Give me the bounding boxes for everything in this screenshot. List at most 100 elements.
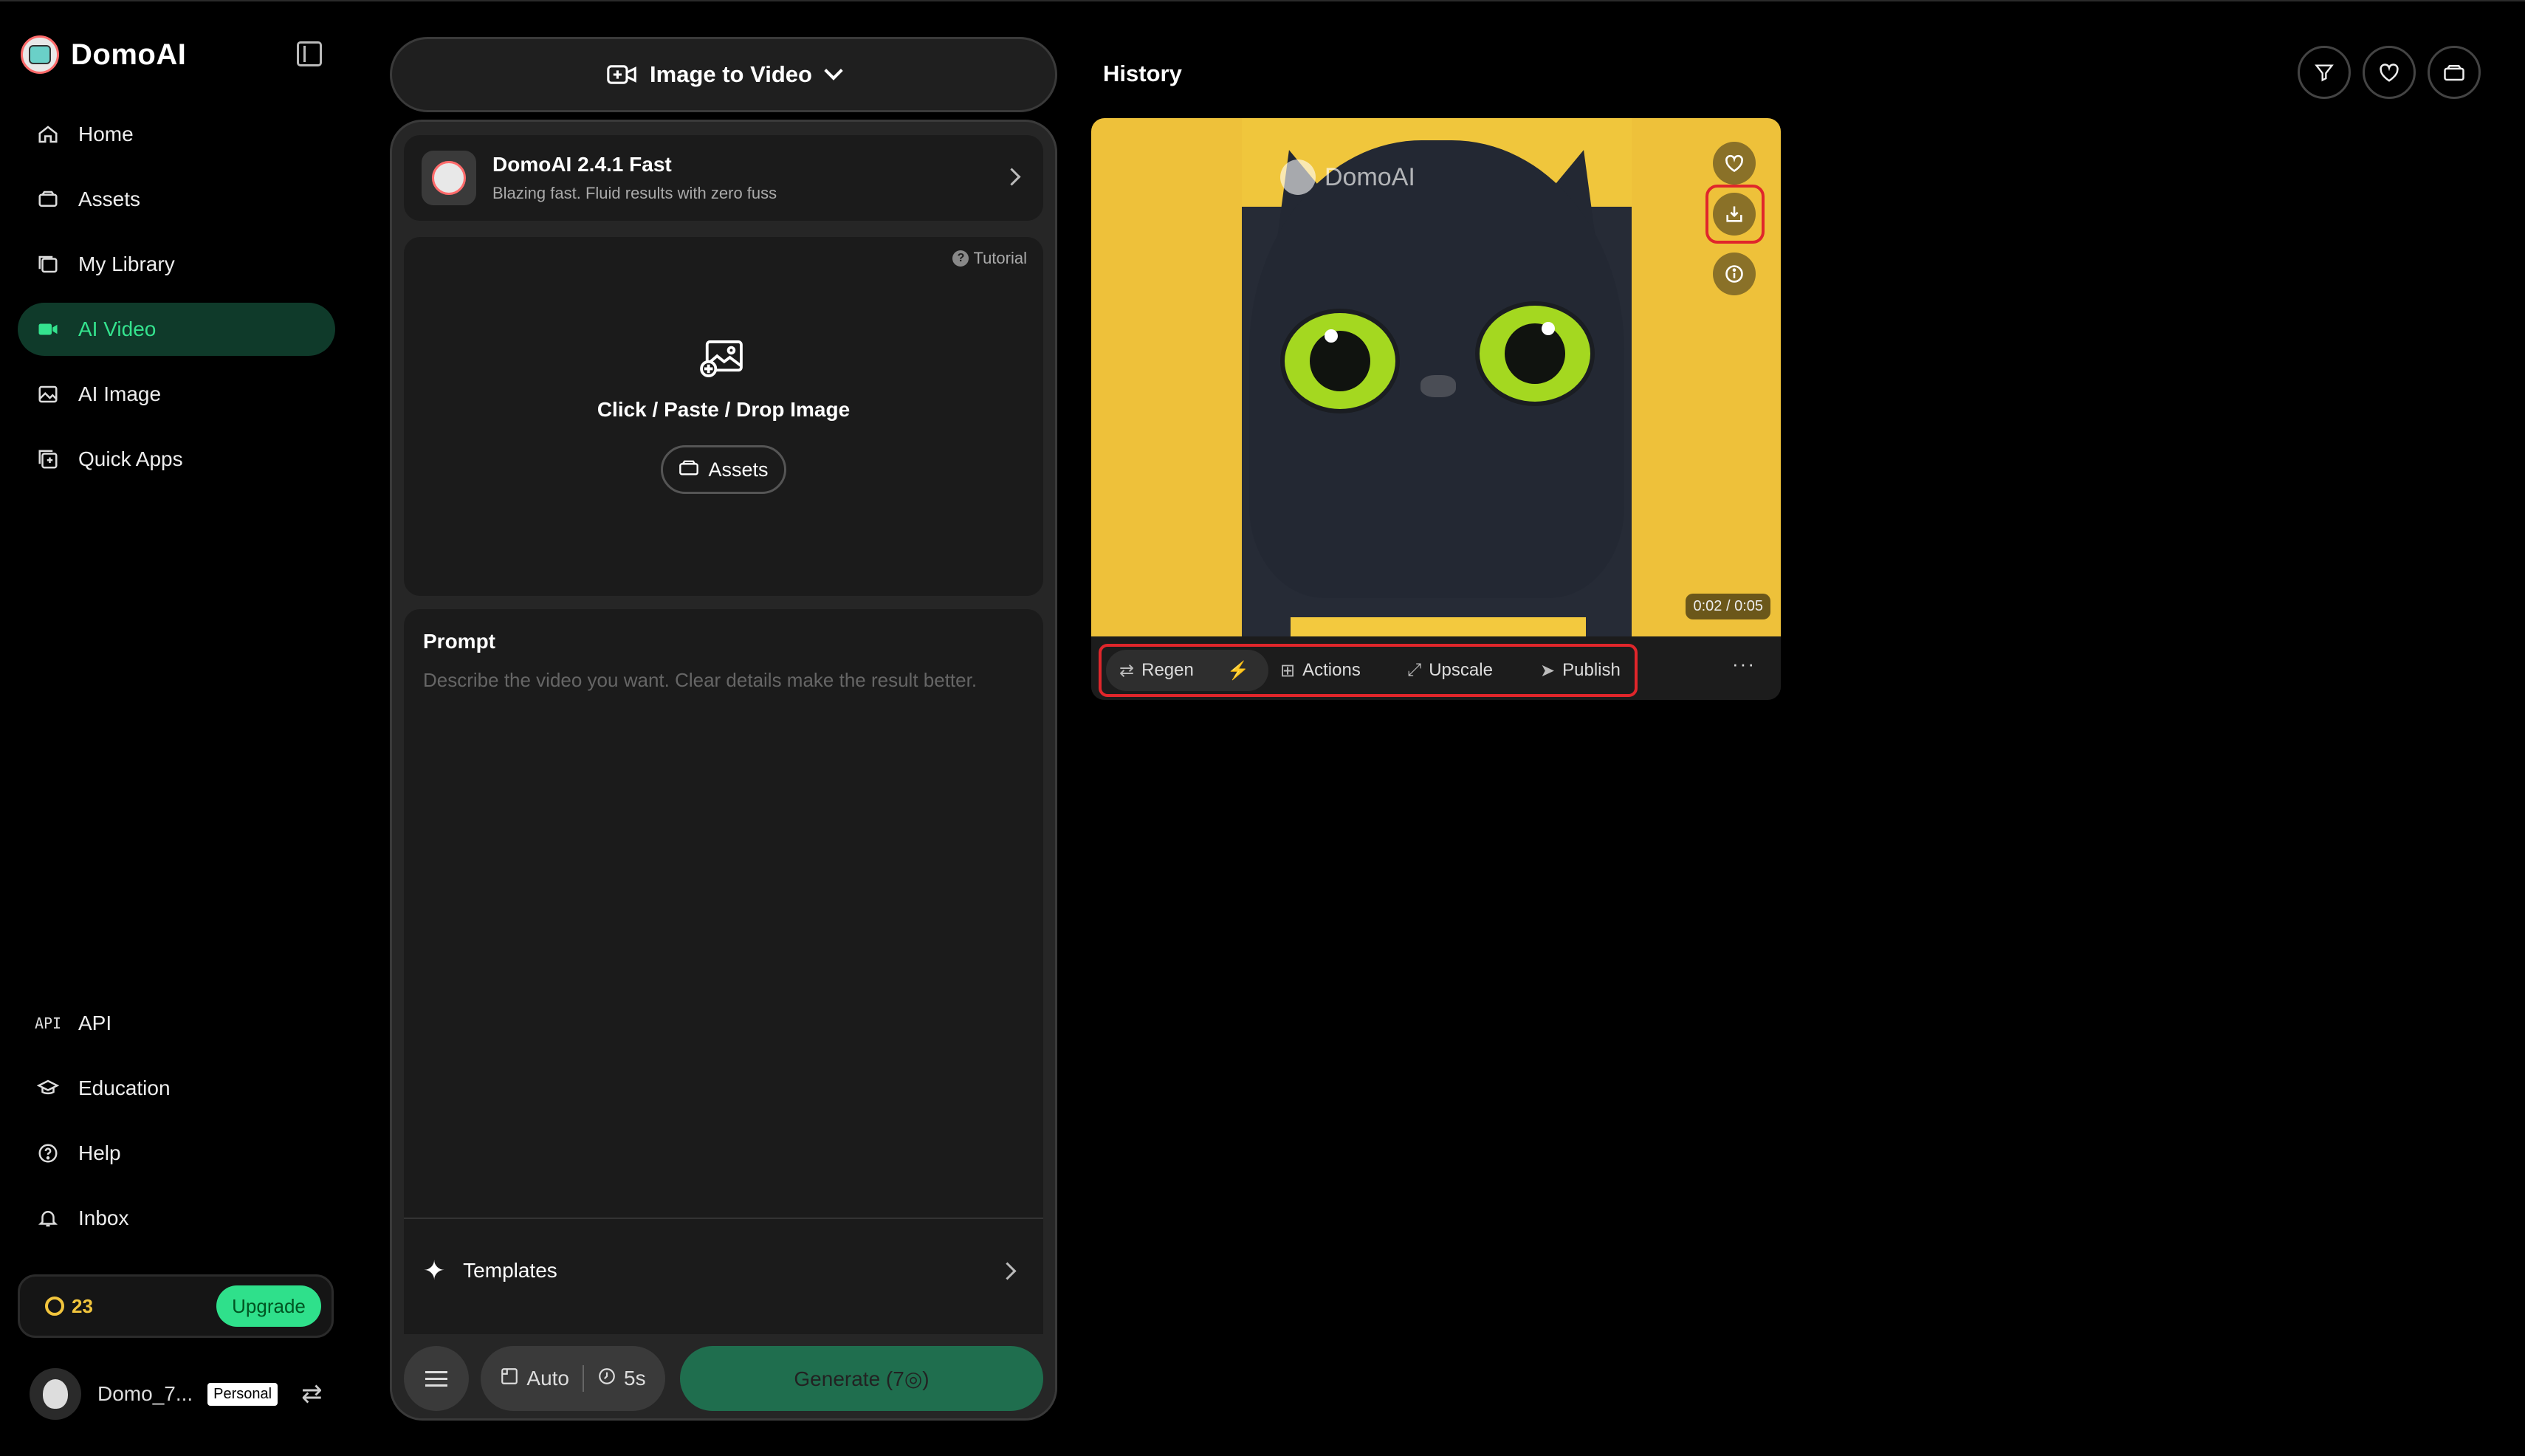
cat-eye <box>1280 309 1400 413</box>
filter-icon <box>2315 64 2334 82</box>
nav-item-assets[interactable]: Assets <box>18 173 335 226</box>
credit-count: 23 <box>72 1294 93 1317</box>
nav-label-help: Help <box>78 1141 121 1164</box>
home-icon <box>35 122 61 147</box>
history-item[interactable]: DomoAI 0:02 / 0:05 ⇄ Regen ⚡ ⊞ Actions ⤢… <box>1091 118 1781 700</box>
nav-item-home[interactable]: Home <box>18 108 335 161</box>
generation-panel: DomoAI 2.4.1 Fast Blazing fast. Fluid re… <box>390 120 1057 1421</box>
chevron-right-icon <box>1003 168 1021 186</box>
question-icon: ? <box>952 250 969 267</box>
assets-filter-button[interactable] <box>2428 46 2481 99</box>
model-selector[interactable]: DomoAI 2.4.1 Fast Blazing fast. Fluid re… <box>404 135 1043 221</box>
options-pill[interactable]: Auto 5s <box>481 1346 665 1411</box>
tutorial-link[interactable]: ? Tutorial <box>952 249 1027 268</box>
watermark: DomoAI <box>1280 159 1415 195</box>
upload-label: Click / Paste / Drop Image <box>597 398 851 421</box>
chevron-right-icon <box>998 1262 1017 1280</box>
sidebar: DomoAI Home Assets My Library AI Video A… <box>0 0 347 1456</box>
education-icon <box>35 1076 61 1101</box>
help-icon <box>35 1141 61 1166</box>
info-icon <box>1725 265 1743 283</box>
nav-item-ai-video[interactable]: AI Video <box>18 303 335 356</box>
upgrade-button[interactable]: Upgrade <box>216 1285 321 1327</box>
assets-button[interactable]: Assets <box>661 445 786 494</box>
generate-button[interactable]: Generate (7◎) <box>680 1346 1043 1411</box>
switch-account-icon[interactable]: ⇄ <box>301 1379 323 1409</box>
heart-icon <box>2380 63 2399 82</box>
library-icon <box>35 252 61 277</box>
video-icon <box>35 317 61 342</box>
brand-name: DomoAI <box>71 38 187 71</box>
nav-item-inbox[interactable]: Inbox <box>18 1192 335 1245</box>
history-toolbar <box>2286 46 2481 99</box>
brand[interactable]: DomoAI <box>21 32 186 77</box>
nav-item-ai-image[interactable]: AI Image <box>18 368 335 421</box>
nav-item-education[interactable]: Education <box>18 1062 335 1115</box>
nav-label-quick-apps: Quick Apps <box>78 447 183 470</box>
heart-icon <box>1725 154 1743 173</box>
video-camera-icon <box>607 65 636 84</box>
templates-button[interactable]: ✦ Templates <box>423 1235 1028 1306</box>
prompt-input[interactable]: Describe the video you want. Clear detai… <box>423 665 984 695</box>
coin-icon <box>45 1297 64 1316</box>
user-profile[interactable]: Domo_7... Personal ⇄ <box>30 1367 323 1421</box>
nav-label-inbox: Inbox <box>78 1206 129 1229</box>
nav-item-help[interactable]: Help <box>18 1127 335 1180</box>
timecode: 0:02 / 0:05 <box>1686 594 1770 619</box>
favorites-button[interactable] <box>2363 46 2416 99</box>
top-border <box>0 0 2525 1</box>
nav-label-assets: Assets <box>78 188 141 210</box>
nav-item-api[interactable]: API API <box>18 997 335 1050</box>
actions-bar: ⇄ Regen ⚡ ⊞ Actions ⤢ Upscale ➤ Publish … <box>1091 636 1781 700</box>
assets-icon <box>679 459 699 481</box>
image-upload-area[interactable]: ? Tutorial Click / Paste / Drop Image As… <box>404 237 1043 596</box>
more-options-icon[interactable]: ··· <box>1732 653 1756 676</box>
nav-item-quick-apps[interactable]: Quick Apps <box>18 433 335 486</box>
nav-label-ai-video: AI Video <box>78 317 157 340</box>
clock-icon <box>597 1367 616 1391</box>
divider <box>404 1218 1043 1219</box>
api-icon: API <box>34 1014 62 1032</box>
secondary-nav: API API Education Help Inbox <box>18 997 335 1257</box>
assets-icon <box>35 187 61 212</box>
bell-icon <box>35 1206 61 1231</box>
templates-label: Templates <box>463 1259 557 1282</box>
main-nav: Home Assets My Library AI Video AI Image <box>18 108 335 498</box>
favorite-button[interactable] <box>1713 142 1756 185</box>
nav-item-my-library[interactable]: My Library <box>18 238 335 291</box>
model-description: Blazing fast. Fluid results with zero fu… <box>492 184 777 202</box>
sidebar-collapse-icon[interactable] <box>297 41 322 66</box>
cat-nose <box>1420 375 1456 397</box>
history-title: History <box>1103 61 1182 86</box>
actions-highlight <box>1099 644 1638 697</box>
chevron-down-icon <box>824 61 843 80</box>
nav-label-education: Education <box>78 1076 171 1099</box>
duration-label[interactable]: 5s <box>624 1367 646 1390</box>
aspect-ratio-icon <box>500 1367 519 1391</box>
nav-label-home: Home <box>78 123 134 145</box>
prompt-area[interactable]: Prompt Describe the video you want. Clea… <box>404 609 1043 1381</box>
nav-label-api: API <box>78 1012 112 1034</box>
apps-icon <box>35 447 61 472</box>
tutorial-label: Tutorial <box>973 249 1027 267</box>
watermark-text: DomoAI <box>1325 162 1415 191</box>
assets-button-label: Assets <box>708 458 769 481</box>
filter-button[interactable] <box>2298 46 2351 99</box>
prompt-title: Prompt <box>423 630 495 653</box>
settings-button[interactable] <box>404 1346 469 1411</box>
assets-icon <box>2444 65 2464 81</box>
sparkle-icon: ✦ <box>423 1255 446 1285</box>
watermark-logo <box>1280 159 1316 195</box>
video-preview[interactable]: DomoAI 0:02 / 0:05 <box>1091 118 1781 636</box>
mode-label: Image to Video <box>650 61 812 87</box>
nav-label-ai-image: AI Image <box>78 382 162 405</box>
info-button[interactable] <box>1713 253 1756 295</box>
download-highlight <box>1705 185 1765 244</box>
separator <box>583 1365 585 1392</box>
sliders-icon <box>425 1370 447 1387</box>
ratio-label[interactable]: Auto <box>526 1367 569 1390</box>
credits-panel: 23 Upgrade <box>18 1274 334 1338</box>
avatar[interactable] <box>30 1368 81 1420</box>
nav-label-my-library: My Library <box>78 253 175 275</box>
mode-selector[interactable]: Image to Video <box>390 37 1057 112</box>
